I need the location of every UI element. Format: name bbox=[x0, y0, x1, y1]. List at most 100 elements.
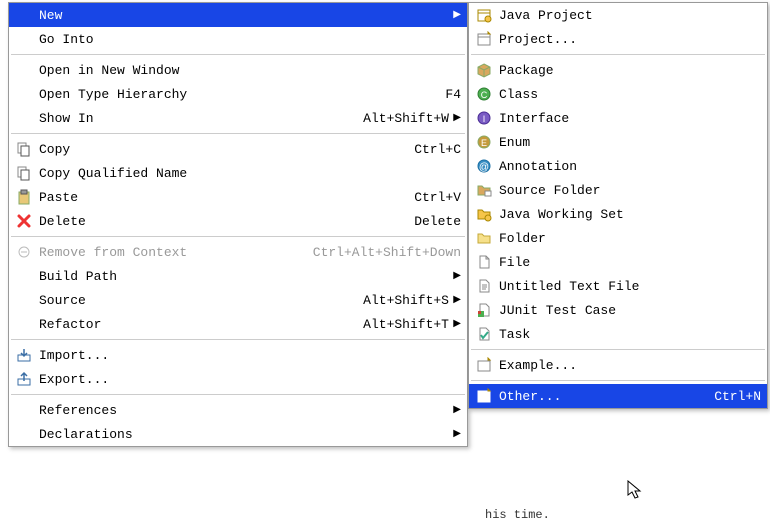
menu-item-label: Go Into bbox=[39, 32, 461, 47]
menu-item-untitled-text-file[interactable]: Untitled Text File bbox=[469, 274, 767, 298]
menu-item-export[interactable]: Export... bbox=[9, 367, 467, 391]
submenu-arrow-icon: ▶ bbox=[449, 270, 461, 282]
menu-item-interface[interactable]: I Interface bbox=[469, 106, 767, 130]
task-icon bbox=[473, 325, 495, 343]
menu-separator bbox=[471, 54, 765, 55]
menu-item-label: JUnit Test Case bbox=[499, 303, 761, 318]
menu-item-label: Declarations bbox=[39, 427, 449, 442]
delete-icon bbox=[13, 212, 35, 230]
menu-item-remove-from-context: Remove from Context Ctrl+Alt+Shift+Down bbox=[9, 240, 467, 264]
submenu-arrow-icon: ▶ bbox=[449, 428, 461, 440]
blank-icon bbox=[13, 401, 35, 419]
menu-item-label: Interface bbox=[499, 111, 761, 126]
menu-item-label: Copy Qualified Name bbox=[39, 166, 461, 181]
copy-icon bbox=[13, 164, 35, 182]
mouse-cursor-icon bbox=[627, 480, 645, 506]
menu-item-label: Paste bbox=[39, 190, 398, 205]
menu-item-source-folder[interactable]: Source Folder bbox=[469, 178, 767, 202]
menu-item-label: Remove from Context bbox=[39, 245, 297, 260]
menu-item-label: Refactor bbox=[39, 317, 347, 332]
submenu-arrow-icon: ▶ bbox=[449, 294, 461, 306]
menu-item-java-working-set[interactable]: Java Working Set bbox=[469, 202, 767, 226]
svg-text:@: @ bbox=[479, 162, 489, 173]
menu-item-package[interactable]: Package bbox=[469, 58, 767, 82]
menu-item-new[interactable]: New▶ bbox=[9, 3, 467, 27]
menu-item-other[interactable]: Other...Ctrl+N bbox=[469, 384, 767, 408]
copy-icon bbox=[13, 140, 35, 158]
menu-separator bbox=[11, 54, 465, 55]
menu-item-paste[interactable]: Paste Ctrl+V bbox=[9, 185, 467, 209]
menu-item-label: Project... bbox=[499, 32, 761, 47]
import-icon bbox=[13, 346, 35, 364]
menu-item-references[interactable]: References▶ bbox=[9, 398, 467, 422]
example-icon bbox=[473, 356, 495, 374]
menu-separator bbox=[11, 133, 465, 134]
menu-item-shortcut: Ctrl+C bbox=[414, 142, 461, 157]
submenu-arrow-icon: ▶ bbox=[449, 404, 461, 416]
menu-item-open-type-hierarchy[interactable]: Open Type HierarchyF4 bbox=[9, 82, 467, 106]
menu-item-shortcut: Ctrl+Alt+Shift+Down bbox=[313, 245, 461, 260]
menu-item-declarations[interactable]: Declarations▶ bbox=[9, 422, 467, 446]
menu-item-label: Folder bbox=[499, 231, 761, 246]
menu-item-label: New bbox=[39, 8, 449, 23]
menu-item-build-path[interactable]: Build Path▶ bbox=[9, 264, 467, 288]
context-menu-main: New▶Go IntoOpen in New WindowOpen Type H… bbox=[8, 2, 468, 447]
menu-item-label: Enum bbox=[499, 135, 761, 150]
interface-icon: I bbox=[473, 109, 495, 127]
menu-item-label: Source bbox=[39, 293, 347, 308]
menu-item-label: Example... bbox=[499, 358, 761, 373]
blank-icon bbox=[13, 425, 35, 443]
menu-item-example[interactable]: Example... bbox=[469, 353, 767, 377]
menu-item-label: Other... bbox=[499, 389, 698, 404]
paste-icon bbox=[13, 188, 35, 206]
menu-separator bbox=[471, 380, 765, 381]
enum-icon: E bbox=[473, 133, 495, 151]
svg-text:I: I bbox=[483, 114, 486, 124]
text-file-icon bbox=[473, 277, 495, 295]
blank-icon bbox=[13, 6, 35, 24]
menu-item-label: Annotation bbox=[499, 159, 761, 174]
submenu-arrow-icon: ▶ bbox=[449, 318, 461, 330]
menu-item-label: Source Folder bbox=[499, 183, 761, 198]
menu-item-enum[interactable]: E Enum bbox=[469, 130, 767, 154]
menu-item-shortcut: Alt+Shift+T bbox=[363, 317, 449, 332]
menu-item-java-project[interactable]: Java Project bbox=[469, 3, 767, 27]
menu-item-file[interactable]: File bbox=[469, 250, 767, 274]
menu-item-label: Java Working Set bbox=[499, 207, 761, 222]
menu-item-copy-qualified-name[interactable]: Copy Qualified Name bbox=[9, 161, 467, 185]
file-icon bbox=[473, 253, 495, 271]
menu-item-refactor[interactable]: Refactor Alt+Shift+T▶ bbox=[9, 312, 467, 336]
menu-item-label: File bbox=[499, 255, 761, 270]
java-project-icon bbox=[473, 6, 495, 24]
menu-item-label: Untitled Text File bbox=[499, 279, 761, 294]
menu-item-label: Build Path bbox=[39, 269, 449, 284]
menu-separator bbox=[11, 339, 465, 340]
menu-item-label: Export... bbox=[39, 372, 461, 387]
menu-item-junit-test-case[interactable]: JUnit Test Case bbox=[469, 298, 767, 322]
menu-item-show-in[interactable]: Show InAlt+Shift+W▶ bbox=[9, 106, 467, 130]
menu-item-label: Package bbox=[499, 63, 761, 78]
menu-item-task[interactable]: Task bbox=[469, 322, 767, 346]
menu-item-annotation[interactable]: @ Annotation bbox=[469, 154, 767, 178]
menu-item-project[interactable]: Project... bbox=[469, 27, 767, 51]
menu-item-folder[interactable]: Folder bbox=[469, 226, 767, 250]
menu-item-label: Copy bbox=[39, 142, 398, 157]
menu-item-delete[interactable]: DeleteDelete bbox=[9, 209, 467, 233]
menu-item-label: Class bbox=[499, 87, 761, 102]
menu-item-shortcut: Ctrl+V bbox=[414, 190, 461, 205]
junit-icon bbox=[473, 301, 495, 319]
class-icon: C bbox=[473, 85, 495, 103]
menu-item-go-into[interactable]: Go Into bbox=[9, 27, 467, 51]
svg-text:C: C bbox=[481, 90, 488, 100]
working-set-icon bbox=[473, 205, 495, 223]
menu-item-source[interactable]: SourceAlt+Shift+S▶ bbox=[9, 288, 467, 312]
other-icon bbox=[473, 387, 495, 405]
blank-icon bbox=[13, 85, 35, 103]
menu-item-class[interactable]: C Class bbox=[469, 82, 767, 106]
menu-item-import[interactable]: Import... bbox=[9, 343, 467, 367]
menu-item-copy[interactable]: Copy Ctrl+C bbox=[9, 137, 467, 161]
menu-item-open-in-new-window[interactable]: Open in New Window bbox=[9, 58, 467, 82]
export-icon bbox=[13, 370, 35, 388]
blank-icon bbox=[13, 267, 35, 285]
menu-item-label: Java Project bbox=[499, 8, 761, 23]
